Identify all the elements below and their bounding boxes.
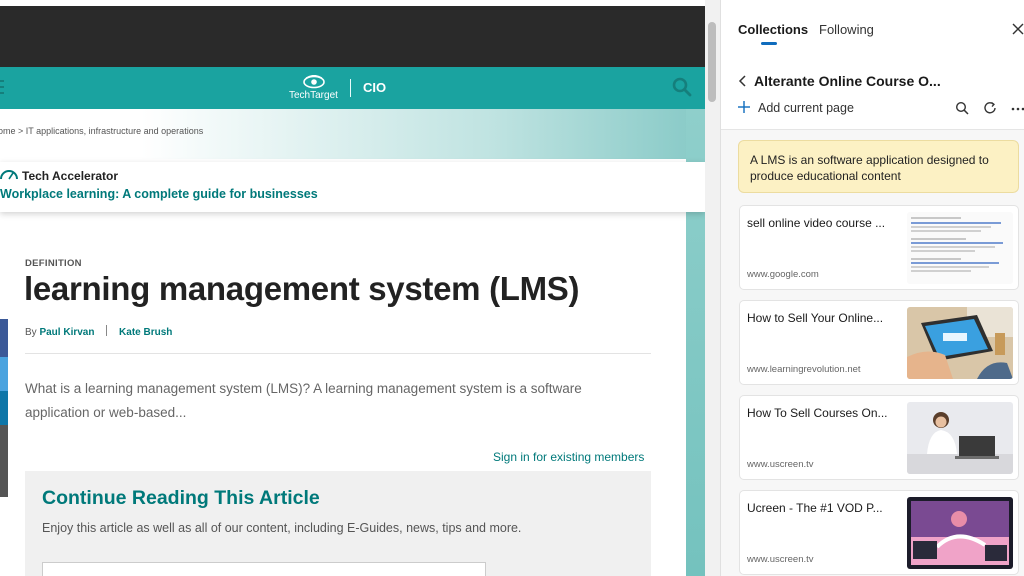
article-title: learning management system (LMS)	[24, 270, 580, 307]
tab-following[interactable]: Following	[819, 22, 874, 37]
section-name[interactable]: CIO	[363, 80, 386, 95]
registration-subtitle: Enjoy this article as well as all of our…	[42, 521, 522, 535]
sign-in-link[interactable]: Sign in for existing members	[493, 450, 644, 464]
search-results-thumbnail	[907, 212, 1013, 284]
collection-card[interactable]: How to Sell Your Online... www.learningr…	[739, 300, 1019, 385]
author-link[interactable]: Paul Kirvan	[39, 327, 94, 338]
techtarget-eye-icon	[303, 75, 325, 89]
site-header: TechTarget CIO	[0, 67, 705, 109]
header-divider	[350, 79, 351, 97]
registration-title: Continue Reading This Article	[42, 487, 320, 509]
collections-panel: Collections Following Alterante Online C…	[720, 0, 1024, 576]
panel-header: Collections Following Alterante Online C…	[721, 0, 1024, 130]
techtarget-logo[interactable]: TechTarget	[289, 75, 338, 101]
active-tab-indicator	[761, 42, 777, 45]
email-share-icon[interactable]	[0, 425, 8, 497]
add-icon[interactable]	[737, 100, 751, 114]
byline: By Paul Kirvan Kate Brush	[25, 325, 172, 338]
divider	[25, 353, 651, 354]
tech-accelerator-bar: Tech Accelerator Workplace learning: A c…	[0, 162, 705, 212]
web-page: TechTarget CIO ome > IT applications, in…	[0, 0, 705, 576]
top-dark-band	[0, 6, 705, 67]
search-icon[interactable]	[672, 77, 692, 97]
gauge-icon	[0, 170, 18, 180]
scrollbar-thumb[interactable]	[708, 22, 716, 102]
video-thumbnail	[907, 497, 1013, 569]
more-options-icon[interactable]	[1011, 107, 1024, 111]
social-share-bar	[0, 319, 8, 497]
email-field[interactable]	[42, 562, 486, 576]
menu-icon[interactable]	[0, 80, 4, 94]
article-summary: What is a learning management system (LM…	[25, 381, 582, 420]
breadcrumb-band: ome > IT applications, infrastructure an…	[0, 109, 705, 159]
laptop-woman-thumbnail	[907, 402, 1013, 474]
card-title: How To Sell Courses On...	[747, 406, 888, 420]
brand-name: TechTarget	[289, 90, 338, 101]
card-url: www.learningrevolution.net	[747, 364, 861, 375]
twitter-share-icon[interactable]	[0, 357, 8, 391]
collection-card[interactable]: sell online video course ... www.google.…	[739, 205, 1019, 290]
chevron-left-icon[interactable]	[737, 74, 747, 88]
screen: TechTarget CIO ome > IT applications, in…	[0, 0, 1024, 576]
accelerator-link[interactable]: Workplace learning: A complete guide for…	[0, 187, 318, 201]
linkedin-share-icon[interactable]	[0, 391, 8, 425]
collection-card[interactable]: How To Sell Courses On... www.uscreen.tv	[739, 395, 1019, 480]
search-icon[interactable]	[955, 101, 969, 115]
by-label: By	[25, 327, 37, 338]
collection-title[interactable]: Alterante Online Course O...	[754, 73, 941, 89]
collection-note[interactable]: A LMS is an software application designe…	[738, 140, 1019, 193]
card-title: sell online video course ...	[747, 216, 886, 230]
refresh-icon[interactable]	[983, 101, 997, 115]
tab-collections[interactable]: Collections	[738, 22, 808, 37]
add-current-page-button[interactable]: Add current page	[758, 101, 854, 115]
facebook-share-icon[interactable]	[0, 319, 8, 357]
accelerator-label: Tech Accelerator	[22, 169, 119, 183]
card-title: How to Sell Your Online...	[747, 311, 884, 325]
close-icon[interactable]	[1011, 22, 1024, 36]
collection-card[interactable]: Ucreen - The #1 VOD P... www.uscreen.tv	[739, 490, 1019, 575]
article-kicker: DEFINITION	[25, 258, 82, 269]
registration-box: Continue Reading This Article Enjoy this…	[25, 471, 651, 576]
card-title: Ucreen - The #1 VOD P...	[747, 501, 883, 515]
page-scrollbar[interactable]	[705, 0, 720, 576]
byline-separator	[106, 325, 108, 336]
card-url: www.uscreen.tv	[747, 554, 814, 565]
card-url: www.uscreen.tv	[747, 459, 814, 470]
author-link[interactable]: Kate Brush	[119, 327, 172, 338]
card-url: www.google.com	[747, 269, 819, 280]
breadcrumb[interactable]: ome > IT applications, infrastructure an…	[0, 126, 203, 136]
tablet-thumbnail	[907, 307, 1013, 379]
